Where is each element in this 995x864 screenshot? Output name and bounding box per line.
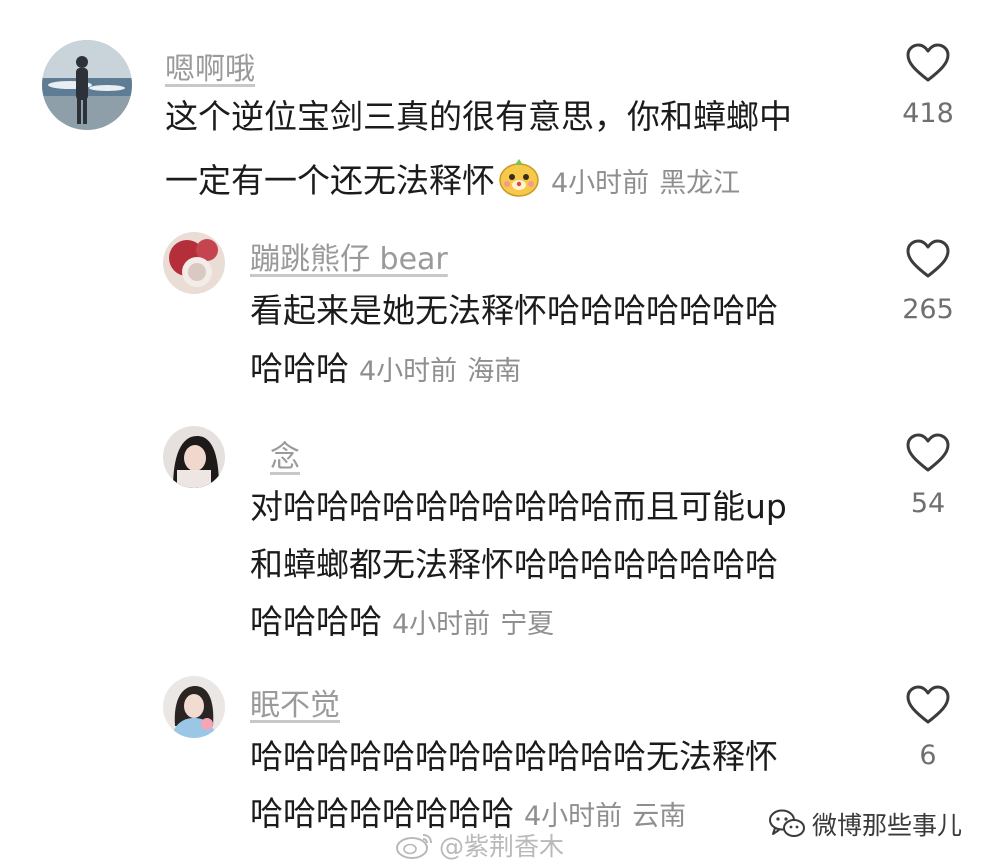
comment-text: 哈哈哈 [250,349,349,388]
heart-icon [906,685,950,724]
weibo-handle: @紫荆香木 [439,832,565,861]
heart-icon [906,433,950,472]
like-count: 6 [919,740,937,771]
avatar[interactable] [163,426,225,488]
username[interactable]: 嗯啊哦 [165,44,255,88]
comment-text: 和蟑螂都无法释怀哈哈哈哈哈哈哈哈 [250,545,778,584]
wechat-account-name: 微博那些事儿 [812,811,963,840]
comment-location: 海南 [467,356,522,387]
weibo-logo-icon [396,834,432,859]
comment-text: 一定有一个还无法释怀 [165,161,495,200]
like-button[interactable]: 6 [898,684,958,771]
avatar[interactable] [163,232,225,294]
like-button[interactable]: 54 [898,432,958,519]
weibo-watermark: @紫荆香木 [395,827,564,863]
comment-location: 黑龙江 [659,168,741,199]
comment-location: 宁夏 [500,609,555,640]
like-count: 418 [902,98,954,129]
like-button[interactable]: 265 [898,238,958,325]
comment-text-last-line: 哈哈哈 4小时前 海南 [250,352,521,385]
avatar[interactable] [163,676,225,738]
comment-location: 云南 [632,801,687,832]
comment-time: 4小时前 [551,168,650,199]
comment-text: 对哈哈哈哈哈哈哈哈哈哈而且可能up [250,487,787,526]
comment-text-last-line: 哈哈哈哈 4小时前 宁夏 [250,605,554,638]
like-count: 54 [910,488,946,519]
comment-text: 哈哈哈哈哈哈哈哈哈哈哈哈无法释怀 [250,737,778,776]
username[interactable]: 蹦跳熊仔 bear [250,234,448,278]
comment-text: 哈哈哈哈 [250,602,382,641]
dog-face-emoji-icon [497,158,541,203]
comment-text-last-line: 一定有一个还无法释怀 4小时前 黑龙江 [165,158,740,203]
comment-text: 这个逆位宝剑三真的很有意思，你和蟑螂中 [165,97,792,136]
wechat-logo-icon [769,809,805,837]
like-button[interactable]: 418 [898,42,958,129]
wechat-watermark: 微博那些事儿 [768,806,962,842]
comment-text-last-line: 哈哈哈哈哈哈哈哈 4小时前 云南 [250,797,686,830]
heart-icon [906,43,950,82]
comment-time: 4小时前 [359,356,458,387]
username[interactable]: 念 [270,432,300,476]
avatar[interactable] [42,40,132,130]
username[interactable]: 眠不觉 [250,680,340,724]
comment-text: 看起来是她无法释怀哈哈哈哈哈哈哈 [250,291,778,330]
comment-time: 4小时前 [392,609,491,640]
heart-icon [906,239,950,278]
like-count: 265 [902,294,954,325]
